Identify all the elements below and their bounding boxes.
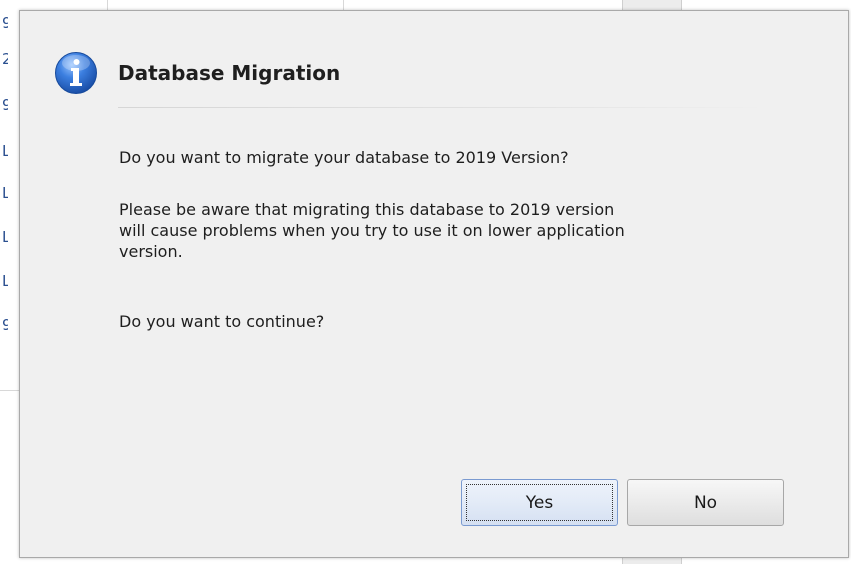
background-cell: L <box>2 184 8 202</box>
title-divider <box>118 107 768 108</box>
background-cell: 9 <box>2 316 8 334</box>
no-button-label: No <box>693 492 718 513</box>
background-scrollbar-bottom <box>622 558 682 564</box>
background-cell: L <box>2 142 8 160</box>
yes-button-label: Yes <box>525 492 554 513</box>
yes-button[interactable]: Yes <box>461 479 618 526</box>
background-cell: L <box>2 272 8 290</box>
background-cell: 9 <box>2 14 8 32</box>
migration-dialog: Database Migration Do you want to migrat… <box>19 10 849 558</box>
background-cell: 2 <box>2 50 8 68</box>
table-column-divider <box>343 0 344 10</box>
dialog-warning-line: will cause problems when you try to use … <box>119 221 625 240</box>
background-cell: 9 <box>2 96 8 114</box>
info-icon <box>55 52 97 94</box>
background-cell: L <box>2 228 8 246</box>
dialog-continue-prompt: Do you want to continue? <box>119 312 325 331</box>
table-column-divider <box>107 0 108 10</box>
no-button[interactable]: No <box>627 479 784 526</box>
background-row-divider <box>0 390 20 391</box>
dialog-title: Database Migration <box>118 61 341 85</box>
dialog-question: Do you want to migrate your database to … <box>119 148 569 167</box>
background-scrollbar-top <box>622 0 682 10</box>
dialog-warning-line: version. <box>119 242 183 261</box>
dialog-warning-line: Please be aware that migrating this data… <box>119 200 615 219</box>
